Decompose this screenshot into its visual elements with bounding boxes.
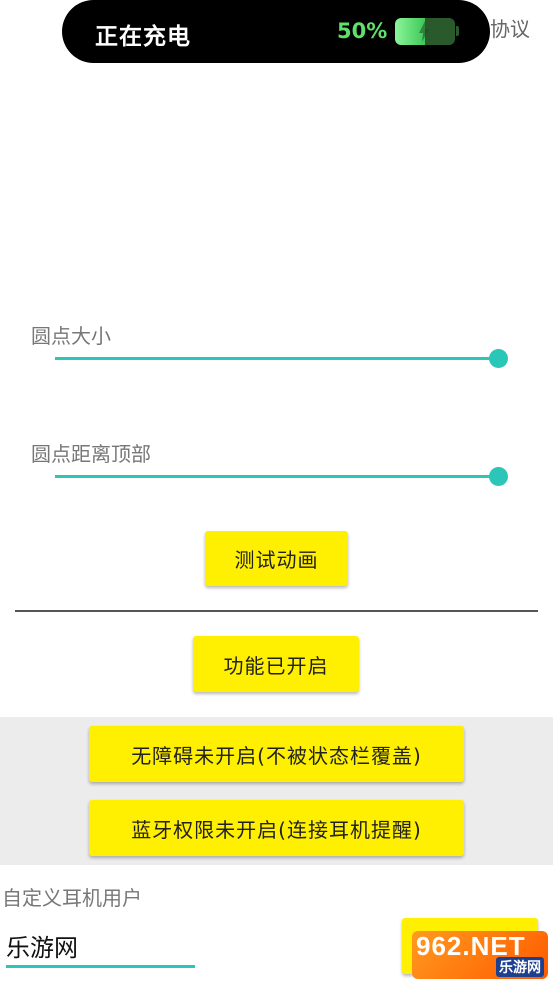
dot-top-distance-label: 圆点距离顶部 (31, 442, 151, 466)
test-animation-button[interactable]: 测试动画 (205, 531, 348, 586)
divider (15, 610, 538, 612)
site-watermark-logo: 962.NET 乐游网 (412, 931, 548, 979)
custom-headphone-user-input[interactable] (6, 925, 195, 965)
dot-size-slider-track[interactable] (55, 357, 498, 360)
dot-size-label: 圆点大小 (31, 324, 111, 348)
battery-icon (395, 18, 455, 45)
dot-size-slider-thumb[interactable] (488, 349, 508, 368)
dot-top-distance-slider-thumb[interactable] (488, 467, 508, 486)
dot-top-distance-slider-track[interactable] (55, 475, 498, 478)
charging-notification: 正在充电 50% (62, 0, 490, 63)
battery-tip (456, 26, 459, 36)
feature-enabled-button[interactable]: 功能已开启 (193, 636, 359, 692)
agreement-link[interactable]: 协议 (490, 13, 530, 42)
battery-percent-text: 50% (337, 19, 388, 43)
accessibility-permission-button[interactable]: 无障碍未开启(不被状态栏覆盖) (89, 726, 464, 782)
charging-bolt-icon (419, 21, 429, 42)
custom-headphone-user-label: 自定义耳机用户 (2, 886, 142, 910)
input-underline (6, 965, 195, 968)
charging-status-text: 正在充电 (95, 24, 191, 50)
bluetooth-permission-button[interactable]: 蓝牙权限未开启(连接耳机提醒) (89, 800, 464, 856)
watermark-sub-text: 乐游网 (496, 957, 544, 977)
